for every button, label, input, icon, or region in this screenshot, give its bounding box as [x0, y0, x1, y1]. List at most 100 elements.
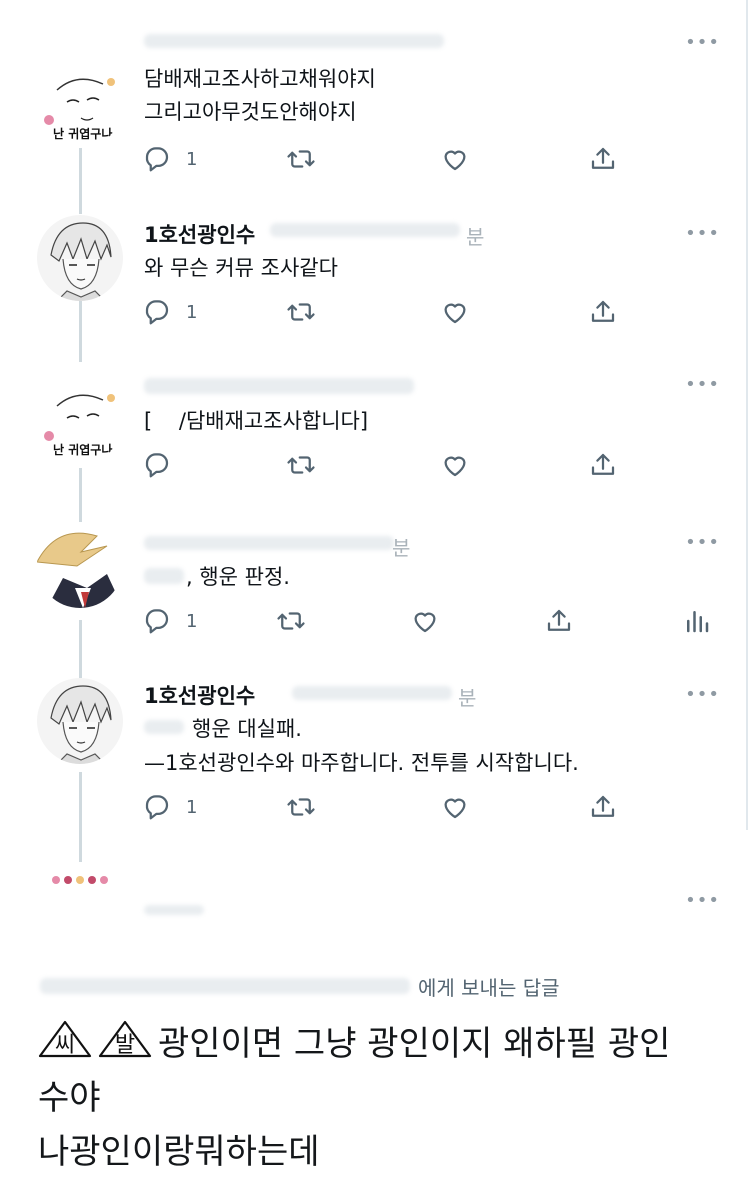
retweet-icon: [287, 456, 315, 474]
replying-to-label: 에게 보내는 답글: [418, 976, 560, 1000]
reply-button[interactable]: 1: [142, 297, 197, 327]
tweet-actions: 1: [0, 606, 748, 640]
retweet-button[interactable]: [286, 144, 316, 174]
like-icon: [444, 303, 466, 324]
more-icon[interactable]: •••: [685, 684, 720, 705]
reply-count: 1: [186, 148, 198, 170]
more-icon[interactable]: •••: [685, 374, 720, 395]
compose-text-line: 나광인이랑뭐하는데: [38, 1132, 320, 1172]
blurred-header: [144, 905, 204, 915]
reply-icon: [145, 609, 169, 634]
tweet-text-line: 그리고아무것도안해야지: [144, 100, 357, 124]
tweet-text-line: [ /담배재고조사합니다]: [144, 409, 369, 433]
like-button[interactable]: [410, 606, 440, 636]
retweet-button[interactable]: [286, 450, 316, 480]
share-icon: [591, 795, 615, 817]
tweet[interactable]: 1호선광인수 분 ••• 와 무슨 커뮤 조사같다 1: [0, 215, 748, 365]
tweet-actions: 1: [0, 297, 748, 331]
compose-line: 씨 발 광인이면 그냥 광인이지 왜하필 광인: [38, 1017, 718, 1071]
share-button[interactable]: [588, 144, 618, 174]
blurred-header: [144, 536, 394, 550]
retweet-button[interactable]: [286, 297, 316, 327]
like-button[interactable]: [440, 792, 470, 822]
avatar-drawing-icon: [37, 215, 123, 301]
blurred-reply-target: [40, 978, 410, 994]
tweet-actions: 1: [0, 792, 748, 826]
like-icon: [444, 456, 466, 477]
share-button[interactable]: [544, 606, 574, 636]
blurred-handle: [270, 223, 460, 237]
blurred-text: [144, 720, 184, 734]
tweet-text-line: 담배재고조사하고채워야지: [144, 67, 376, 91]
analytics-button[interactable]: [682, 606, 712, 636]
tweet[interactable]: 난 귀엽구나 ••• [ /담배재고조사합니다]: [0, 372, 748, 512]
retweet-icon: [287, 798, 315, 816]
analytics-icon: [687, 611, 709, 633]
share-button[interactable]: [588, 792, 618, 822]
avatar[interactable]: [37, 678, 123, 764]
compose-text[interactable]: 씨 발 광인이면 그냥 광인이지 왜하필 광인 수야 나광인이랑뭐하는데: [38, 1017, 718, 1179]
retweet-icon: [287, 303, 315, 321]
bow-decoration-icon: [52, 876, 108, 884]
svg-text:씨: 씨: [55, 1033, 75, 1058]
warning-triangle-icon: 씨: [38, 1019, 92, 1059]
avatar-drawing-icon: [37, 522, 123, 608]
reply-icon: [145, 147, 169, 172]
share-icon: [591, 147, 615, 169]
timestamp[interactable]: 분: [392, 532, 410, 561]
svg-text:난 귀엽구나: 난 귀엽구나: [53, 126, 112, 141]
blurred-header: [144, 34, 444, 48]
timestamp[interactable]: 분: [466, 221, 484, 250]
tweet[interactable]: 분 ••• , 행운 판정. 1: [0, 522, 748, 658]
like-button[interactable]: [440, 144, 470, 174]
reply-icon: [145, 453, 169, 478]
tweet[interactable]: 난 귀엽구나 ••• 담배재고조사하고채워야지 그리고아무것도안해야지 1: [0, 30, 748, 190]
tweet-text-line: 와 무슨 커뮤 조사같다: [144, 256, 338, 280]
share-button[interactable]: [588, 297, 618, 327]
share-icon: [547, 609, 571, 631]
tweet-text-line: —1호선광인수와 마주합니다. 전투를 시작합니다.: [144, 751, 579, 775]
retweet-icon: [287, 150, 315, 168]
more-icon[interactable]: •••: [685, 223, 720, 244]
reply-count: 1: [186, 796, 198, 818]
timestamp[interactable]: 분: [458, 682, 476, 711]
avatar[interactable]: [37, 522, 123, 608]
tweet-text-line: , 행운 판정.: [186, 565, 290, 589]
avatar[interactable]: [37, 215, 123, 301]
reply-button[interactable]: [142, 450, 186, 480]
display-name[interactable]: 1호선광인수: [144, 680, 255, 710]
like-button[interactable]: [440, 450, 470, 480]
composer-avatar: [50, 872, 110, 886]
avatar-drawing-icon: 난 귀엽구나: [37, 62, 123, 148]
tweet-actions: [0, 450, 748, 484]
more-icon[interactable]: •••: [685, 32, 720, 53]
share-button[interactable]: [588, 450, 618, 480]
retweet-button[interactable]: [276, 606, 306, 636]
reply-button[interactable]: 1: [142, 606, 197, 636]
compose-text-line: 광인이면 그냥 광인이지 왜하필 광인: [158, 1024, 671, 1064]
avatar[interactable]: 난 귀엽구나: [37, 62, 123, 148]
reply-icon: [145, 795, 169, 820]
display-name[interactable]: 1호선광인수: [144, 219, 255, 249]
retweet-button[interactable]: [286, 792, 316, 822]
like-icon: [444, 150, 466, 171]
reply-button[interactable]: 1: [142, 144, 197, 174]
more-icon[interactable]: •••: [685, 532, 720, 553]
blurred-handle: [292, 686, 452, 700]
compose-text-line: 수야: [38, 1078, 101, 1118]
like-button[interactable]: [440, 297, 470, 327]
retweet-icon: [277, 612, 305, 630]
reply-count: 1: [186, 301, 198, 323]
like-icon: [444, 798, 466, 819]
more-icon[interactable]: •••: [685, 890, 720, 911]
tweet-actions: 1: [0, 144, 748, 178]
tweet[interactable]: 1호선광인수 분 ••• 행운 대실패. —1호선광인수와 마주합니다. 전투를…: [0, 678, 748, 848]
warning-triangle-icon: 발: [98, 1019, 152, 1059]
share-icon: [591, 300, 615, 322]
reply-button[interactable]: 1: [142, 792, 197, 822]
svg-text:발: 발: [115, 1033, 135, 1058]
reply-count: 1: [186, 610, 198, 632]
like-icon: [414, 612, 436, 633]
blurred-text: [144, 568, 184, 584]
blurred-header: [144, 378, 414, 394]
